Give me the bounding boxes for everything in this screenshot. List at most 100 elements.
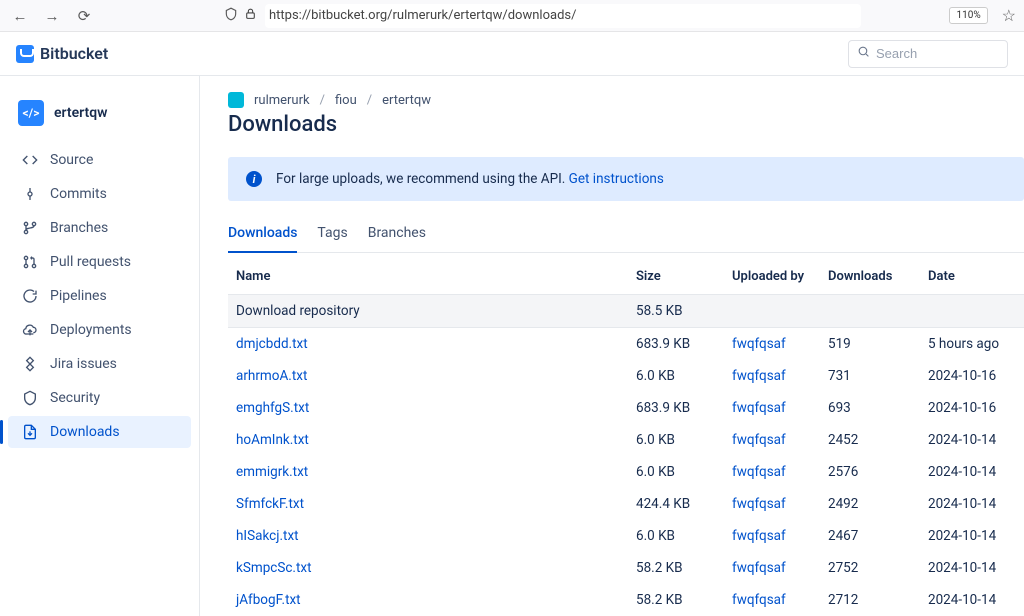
table-row: SfmfckF.txt424.4 KBfwqfqsaf24922024-10-1…: [228, 488, 1024, 520]
col-downloads-header: Downloads: [820, 259, 920, 295]
sidebar-item-jira-issues[interactable]: Jira issues: [8, 348, 191, 380]
file-name-cell[interactable]: hISakcj.txt: [228, 520, 628, 552]
sidebar-item-security[interactable]: Security: [8, 382, 191, 414]
table-row: emghfgS.txt683.9 KBfwqfqsaf6932024-10-16: [228, 392, 1024, 424]
search-input[interactable]: [876, 46, 999, 61]
sidebar-item-downloads[interactable]: Downloads: [8, 416, 191, 448]
file-uploadedby-cell[interactable]: fwqfqsaf: [724, 552, 820, 584]
browser-forward-button[interactable]: →: [40, 4, 64, 28]
file-downloads-cell: 2752: [820, 552, 920, 584]
breadcrumb-project[interactable]: fiou: [335, 93, 357, 108]
file-date-cell: 2024-10-14: [920, 520, 1024, 552]
file-uploadedby-cell[interactable]: fwqfqsaf: [724, 584, 820, 616]
file-uploadedby-cell[interactable]: fwqfqsaf: [724, 328, 820, 361]
repo-avatar-icon: </>: [18, 100, 44, 126]
file-date-cell: 2024-10-14: [920, 456, 1024, 488]
file-downloads-cell: 2712: [820, 584, 920, 616]
breadcrumb-repo[interactable]: ertertqw: [382, 93, 431, 108]
zoom-badge[interactable]: 110%: [949, 7, 987, 24]
tab-downloads[interactable]: Downloads: [228, 219, 297, 253]
jira-icon: [22, 356, 38, 372]
sidebar-item-label: Branches: [50, 220, 108, 236]
breadcrumb-workspace[interactable]: rulmerurk: [254, 93, 310, 108]
sidebar: </> ertertqw Source Commits Branches Pul…: [0, 76, 200, 616]
url-text[interactable]: https://bitbucket.org/rulmerurk/ertertqw…: [265, 4, 861, 28]
file-name-cell[interactable]: arhrmoA.txt: [228, 360, 628, 392]
breadcrumb-separator: /: [320, 93, 325, 108]
file-downloads-cell: 2452: [820, 424, 920, 456]
col-name-header: Name: [228, 259, 628, 295]
file-uploadedby-cell[interactable]: fwqfqsaf: [724, 520, 820, 552]
file-size-cell: 6.0 KB: [628, 520, 724, 552]
sidebar-item-label: Deployments: [50, 322, 132, 338]
table-row: hISakcj.txt6.0 KBfwqfqsaf24672024-10-14: [228, 520, 1024, 552]
info-icon: i: [246, 171, 262, 187]
file-size-cell: 58.2 KB: [628, 552, 724, 584]
sidebar-item-source[interactable]: Source: [8, 144, 191, 176]
browser-refresh-button[interactable]: ⟳: [72, 4, 96, 28]
downloads-icon: [22, 424, 38, 440]
file-name-cell[interactable]: emghfgS.txt: [228, 392, 628, 424]
file-name-cell[interactable]: SfmfckF.txt: [228, 488, 628, 520]
col-date-header: Date: [920, 259, 1024, 295]
file-date-cell: 2024-10-14: [920, 584, 1024, 616]
file-date-cell: 2024-10-16: [920, 360, 1024, 392]
col-size-header: Size: [628, 259, 724, 295]
file-uploadedby-cell[interactable]: fwqfqsaf: [724, 456, 820, 488]
page-title: Downloads: [228, 112, 1024, 137]
file-date-cell: 2024-10-14: [920, 552, 1024, 584]
file-date-cell: 2024-10-14: [920, 488, 1024, 520]
tracking-shield-icon: [224, 7, 238, 25]
file-size-cell: 6.0 KB: [628, 360, 724, 392]
bookmark-star-icon[interactable]: ☆: [1002, 6, 1016, 25]
file-downloads-cell: 693: [820, 392, 920, 424]
file-name-cell[interactable]: dmjcbdd.txt: [228, 328, 628, 361]
file-uploadedby-cell[interactable]: fwqfqsaf: [724, 392, 820, 424]
info-banner: i For large uploads, we recommend using …: [228, 157, 1024, 201]
sidebar-item-pull-requests[interactable]: Pull requests: [8, 246, 191, 278]
sidebar-item-deployments[interactable]: Deployments: [8, 314, 191, 346]
download-repository-size: 58.5 KB: [628, 295, 724, 328]
sidebar-item-label: Source: [50, 152, 93, 168]
file-downloads-cell: 2467: [820, 520, 920, 552]
app-header: Bitbucket: [0, 32, 1024, 76]
file-name-cell[interactable]: hoAmInk.txt: [228, 424, 628, 456]
repo-name: ertertqw: [54, 105, 107, 121]
breadcrumb: rulmerurk / fiou / ertertqw: [228, 92, 1024, 108]
info-banner-link[interactable]: Get instructions: [569, 171, 664, 187]
lock-icon: [244, 7, 257, 24]
source-icon: [22, 152, 38, 168]
file-uploadedby-cell[interactable]: fwqfqsaf: [724, 360, 820, 392]
sidebar-item-pipelines[interactable]: Pipelines: [8, 280, 191, 312]
sidebar-item-commits[interactable]: Commits: [8, 178, 191, 210]
search-icon: [857, 45, 870, 62]
deployments-icon: [22, 322, 38, 338]
file-uploadedby-cell[interactable]: fwqfqsaf: [724, 424, 820, 456]
browser-back-button[interactable]: ←: [8, 4, 32, 28]
file-downloads-cell: 2492: [820, 488, 920, 520]
file-name-cell[interactable]: emmigrk.txt: [228, 456, 628, 488]
file-downloads-cell: 731: [820, 360, 920, 392]
search-box[interactable]: [848, 40, 1008, 68]
sidebar-item-label: Pipelines: [50, 288, 107, 304]
tab-branches[interactable]: Branches: [368, 219, 426, 252]
brand[interactable]: Bitbucket: [16, 44, 108, 63]
repo-chip[interactable]: </> ertertqw: [8, 96, 191, 142]
file-name-cell[interactable]: jAfbogF.txt: [228, 584, 628, 616]
url-bar[interactable]: https://bitbucket.org/rulmerurk/ertertqw…: [224, 4, 861, 28]
pipelines-icon: [22, 288, 38, 304]
table-row: arhrmoA.txt6.0 KBfwqfqsaf7312024-10-16: [228, 360, 1024, 392]
table-row: dmjcbdd.txt683.9 KBfwqfqsaf5195 hours ag…: [228, 328, 1024, 361]
file-name-cell[interactable]: kSmpcSc.txt: [228, 552, 628, 584]
sidebar-item-branches[interactable]: Branches: [8, 212, 191, 244]
file-uploadedby-cell[interactable]: fwqfqsaf: [724, 488, 820, 520]
info-banner-text: For large uploads, we recommend using th…: [276, 171, 664, 187]
file-size-cell: 683.9 KB: [628, 392, 724, 424]
bitbucket-logo-icon: [16, 45, 34, 63]
download-repository-row[interactable]: Download repository 58.5 KB: [228, 295, 1024, 328]
tab-tags[interactable]: Tags: [317, 219, 347, 252]
commits-icon: [22, 186, 38, 202]
table-row: jAfbogF.txt58.2 KBfwqfqsaf27122024-10-14: [228, 584, 1024, 616]
browser-toolbar: ← → ⟳ https://bitbucket.org/rulmerurk/er…: [0, 0, 1024, 32]
download-repository-label[interactable]: Download repository: [228, 295, 628, 328]
